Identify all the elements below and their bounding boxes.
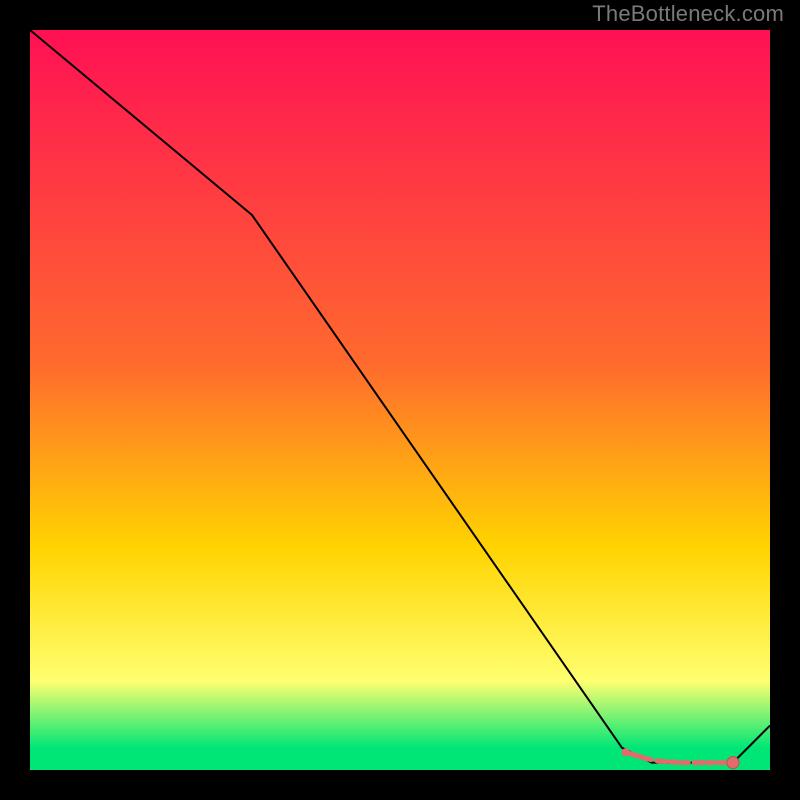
watermark-text: TheBottleneck.com [592, 0, 784, 28]
marker-endpoint [727, 757, 739, 769]
bottleneck-chart [0, 0, 800, 800]
marker-start [622, 748, 630, 756]
chart-frame: TheBottleneck.com [0, 0, 800, 800]
chart-background [30, 30, 770, 770]
